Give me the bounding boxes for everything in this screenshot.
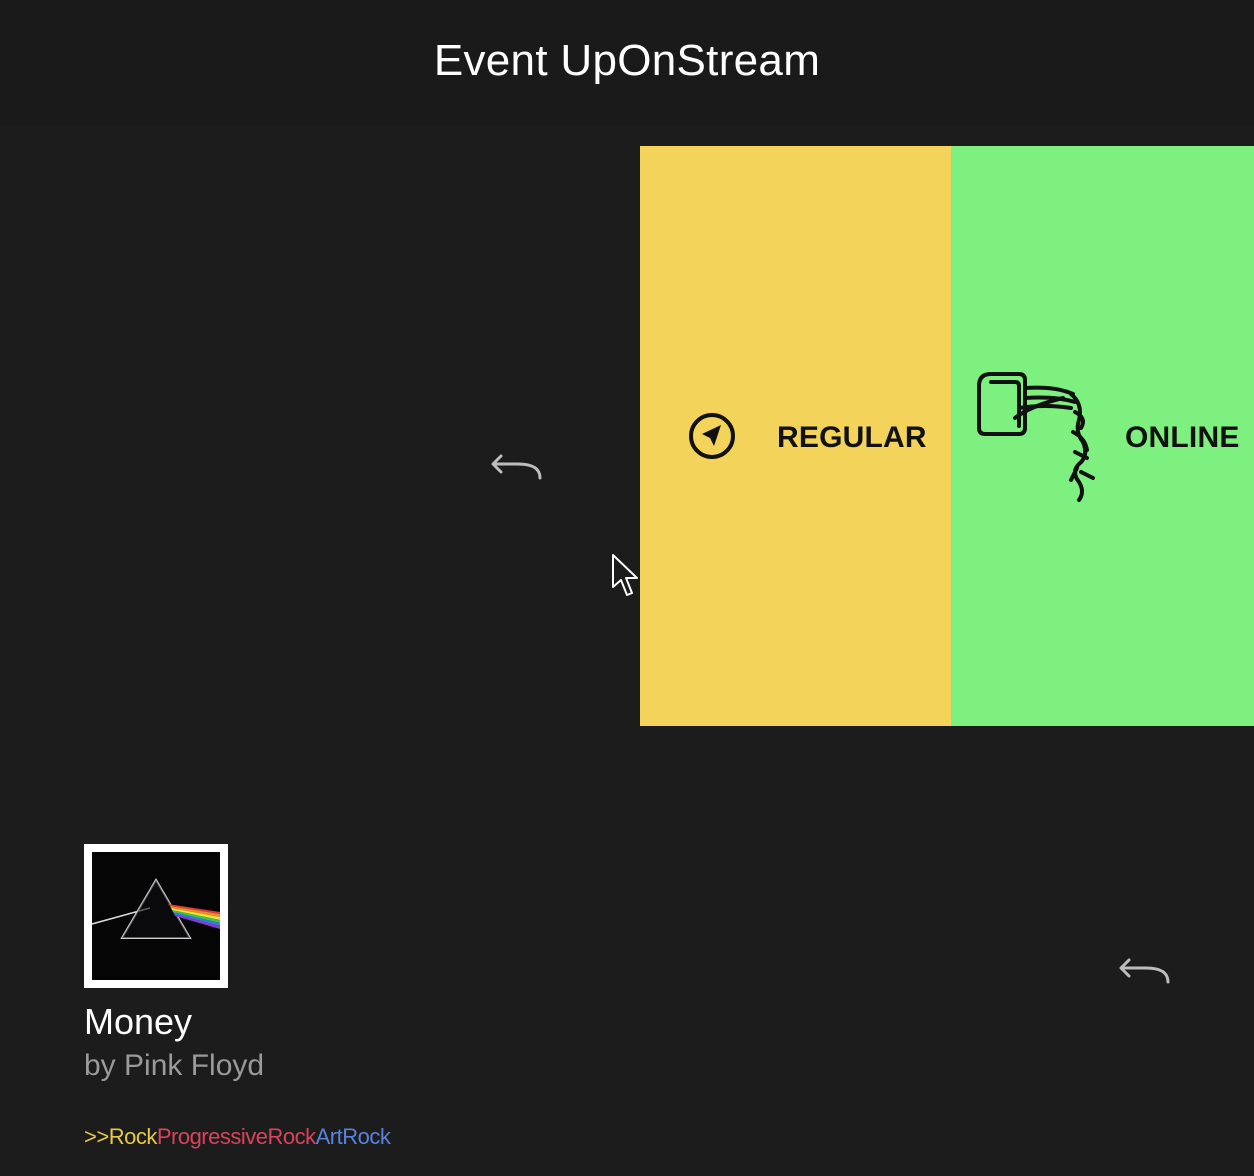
- track-artist: by Pink Floyd: [84, 1049, 265, 1082]
- mouse-cursor-icon: [612, 554, 638, 596]
- genre-tag-progressive-rock[interactable]: ProgressiveRock: [157, 1124, 316, 1149]
- album-art[interactable]: [84, 844, 228, 988]
- genre-tag-rock[interactable]: Rock: [109, 1124, 158, 1149]
- regular-event-card[interactable]: REGULAR: [640, 146, 951, 726]
- online-card-label: ONLINE: [1125, 421, 1240, 454]
- now-playing-panel: Money by Pink Floyd >>RockProgressiveRoc…: [84, 844, 584, 1150]
- genre-tags: >>RockProgressiveRockArtRock: [84, 1124, 584, 1150]
- genre-tag-art-rock[interactable]: ArtRock: [316, 1124, 391, 1149]
- back-button-bottom[interactable]: [1116, 954, 1172, 988]
- return-arrow-icon: [1119, 958, 1170, 984]
- back-button-top[interactable]: [488, 450, 544, 484]
- regular-card-label: REGULAR: [777, 421, 927, 454]
- event-type-selector: REGULAR ONLINE: [640, 146, 1254, 726]
- page-title: Event UpOnStream: [433, 36, 821, 85]
- network-cable-icon: [977, 372, 1095, 502]
- navigation-arrow-icon: [689, 413, 735, 459]
- header-bar: Event UpOnStream: [0, 0, 1254, 125]
- track-title: Money: [84, 1001, 193, 1042]
- genre-prefix: >>: [84, 1124, 109, 1149]
- prism-album-cover-icon: [92, 852, 220, 980]
- online-event-card[interactable]: ONLINE: [951, 146, 1254, 726]
- return-arrow-icon: [491, 454, 542, 480]
- app-screen: Event UpOnStream REGULAR ONLINE Money by…: [0, 0, 1254, 1176]
